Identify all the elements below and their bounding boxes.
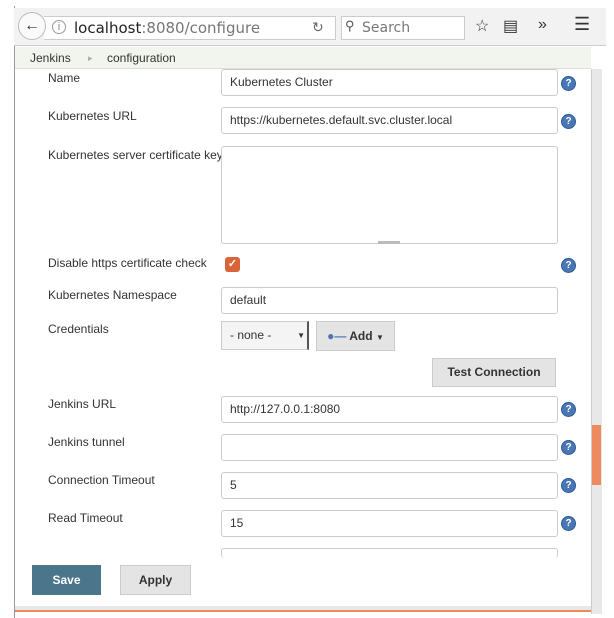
- breadcrumb-separator-icon: ▸: [88, 53, 93, 63]
- help-icon[interactable]: ?: [561, 114, 576, 129]
- help-icon[interactable]: ?: [561, 478, 576, 493]
- test-connection-button[interactable]: Test Connection: [432, 358, 556, 387]
- search-input[interactable]: Search: [341, 16, 465, 40]
- scrollbar-thumb[interactable]: [592, 425, 601, 485]
- jenkins-url-input[interactable]: http://127.0.0.1:8080: [221, 396, 558, 423]
- namespace-label: Kubernetes Namespace: [48, 288, 177, 302]
- bottom-bar: [15, 558, 591, 612]
- credentials-select[interactable]: - none - ▼: [221, 321, 309, 350]
- read-timeout-input[interactable]: 15: [221, 510, 558, 537]
- cert-key-textarea[interactable]: [221, 146, 558, 244]
- menu-icon[interactable]: ☰: [574, 14, 590, 35]
- breadcrumb-configuration[interactable]: configuration: [107, 51, 176, 65]
- apply-button[interactable]: Apply: [120, 565, 191, 595]
- credentials-label: Credentials: [48, 322, 109, 336]
- breadcrumb: [15, 47, 591, 69]
- jenkins-tunnel-label: Jenkins tunnel: [48, 435, 125, 449]
- help-icon[interactable]: ?: [561, 440, 576, 455]
- key-icon: ●—: [327, 329, 347, 343]
- kubernetes-url-label: Kubernetes URL: [48, 109, 137, 123]
- url-bar[interactable]: localhost:8080/configure: [44, 16, 336, 40]
- help-icon[interactable]: ?: [561, 76, 576, 91]
- read-timeout-label: Read Timeout: [48, 511, 123, 525]
- textarea-resize-handle[interactable]: [378, 241, 400, 244]
- disable-https-label: Disable https certificate check: [48, 256, 207, 270]
- breadcrumb-jenkins[interactable]: Jenkins: [30, 51, 71, 65]
- jenkins-url-label: Jenkins URL: [48, 397, 117, 411]
- connection-timeout-label: Connection Timeout: [48, 473, 155, 487]
- dropdown-arrow-icon: ▼: [297, 331, 305, 340]
- partial-input[interactable]: [221, 548, 558, 558]
- name-label: Name: [48, 71, 81, 85]
- kubernetes-url-input[interactable]: https://kubernetes.default.svc.cluster.l…: [221, 107, 558, 134]
- footer-divider: [15, 606, 591, 612]
- help-icon[interactable]: ?: [561, 516, 576, 531]
- reading-list-icon[interactable]: ▤: [503, 16, 518, 36]
- jenkins-tunnel-input[interactable]: [221, 434, 558, 461]
- back-icon[interactable]: ←: [18, 12, 46, 40]
- help-icon[interactable]: ?: [561, 258, 576, 273]
- cert-key-label: Kubernetes server certificate key: [48, 148, 223, 162]
- dropdown-arrow-icon: ▼: [375, 333, 384, 342]
- save-button[interactable]: Save: [32, 565, 101, 595]
- namespace-input[interactable]: default: [221, 287, 558, 314]
- add-credentials-button[interactable]: ●— Add ▼: [316, 321, 395, 351]
- bookmark-star-icon[interactable]: ☆: [475, 16, 489, 36]
- disable-https-checkbox[interactable]: ✓: [225, 257, 240, 272]
- scrollbar[interactable]: [591, 69, 602, 614]
- help-icon[interactable]: ?: [561, 402, 576, 417]
- search-icon: ⚲: [345, 18, 355, 33]
- overflow-chevron-icon[interactable]: »: [538, 16, 547, 34]
- reload-icon[interactable]: ↻: [312, 19, 324, 36]
- name-input[interactable]: Kubernetes Cluster: [221, 69, 558, 96]
- info-icon[interactable]: i: [52, 20, 66, 34]
- connection-timeout-input[interactable]: 5: [221, 472, 558, 499]
